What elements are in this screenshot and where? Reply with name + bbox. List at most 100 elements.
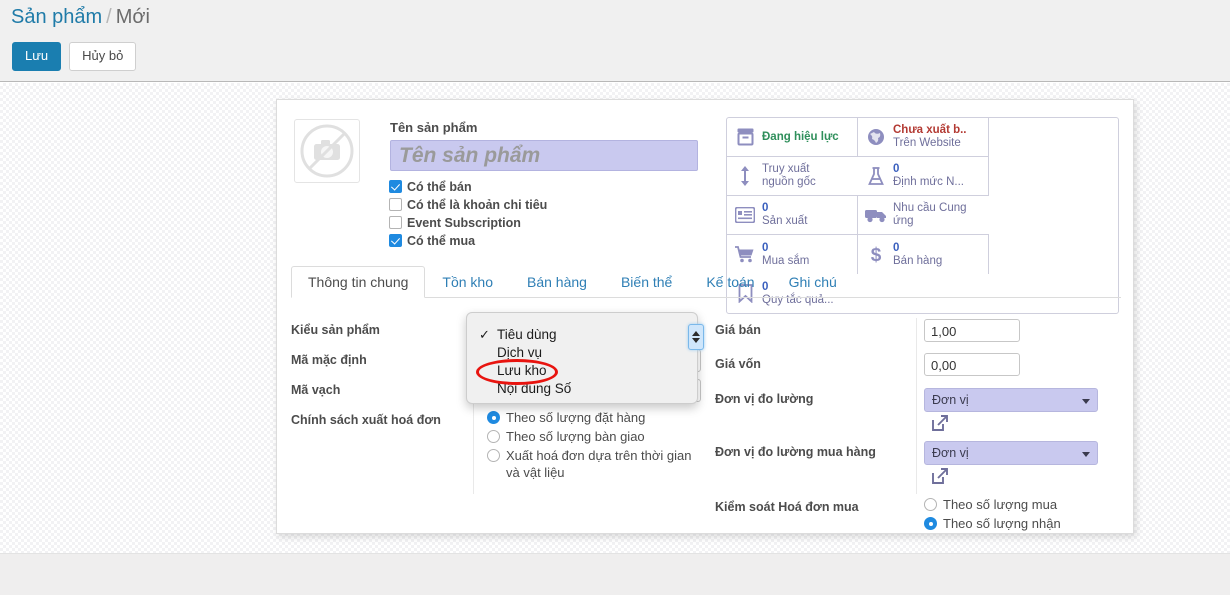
radio-row-ordered-quantities[interactable]: Theo số lượng đặt hàng (487, 409, 705, 428)
product-name-block: Tên sản phẩm Tên sản phẩm (390, 119, 700, 171)
external-link-icon[interactable] (931, 467, 949, 485)
chevron-up-icon (692, 331, 700, 336)
breadcrumb: Sản phẩm / Mới (11, 3, 150, 31)
field-label-sales-price: Giá bán (715, 323, 761, 337)
checkbox-label-can-be-purchased: Có thể mua (407, 234, 476, 248)
smart-button-text: 0 Định mức N... (893, 163, 964, 189)
archive-box-icon (733, 126, 757, 148)
tab-inventory[interactable]: Tồn kho (425, 266, 510, 298)
tab-accounting[interactable]: Kế toán (689, 266, 771, 298)
radio-row-on-ordered-quantities[interactable]: Theo số lượng mua (924, 496, 1115, 515)
tab-general-information[interactable]: Thông tin chung (291, 266, 426, 298)
field-row-invoicing-policy: Chính sách xuất hoá đơn Theo số lượng đặ… (291, 408, 705, 483)
smart-button-text: Chưa xuất b.. Trên Website (893, 124, 967, 150)
check-icon: ✓ (479, 327, 490, 342)
radio-label-ordered-quantities: Theo số lượng đặt hàng (506, 410, 646, 425)
page-footer (0, 553, 1230, 595)
radio-timesheet-materials[interactable] (487, 449, 500, 462)
field-row-sales-price: Giá bán 1,00 (715, 318, 1115, 347)
smart-button-value: 0 (893, 163, 900, 175)
field-value-invoicing-policy: Theo số lượng đặt hàng Theo số lượng bàn… (473, 408, 705, 483)
dropdown-option-digital-content[interactable]: Nội dung Số (467, 380, 697, 398)
field-value-cost[interactable]: 0,00 (916, 352, 1115, 381)
dropdown-option-label: Tiêu dùng (497, 327, 557, 342)
truck-icon (864, 204, 888, 226)
product-image-placeholder[interactable] (294, 119, 360, 183)
field-label-uom: Đơn vị đo lường (715, 392, 814, 406)
smart-button-text: 0 Sản xuất (762, 202, 807, 228)
smart-button-bom[interactable]: 0 Định mức N... (858, 157, 989, 196)
breadcrumb-separator: / (106, 6, 112, 28)
radio-on-received-quantities[interactable] (924, 517, 937, 530)
dropdown-option-consumable[interactable]: ✓ Tiêu dùng (467, 326, 697, 344)
checkbox-can-be-sold[interactable] (389, 180, 402, 193)
smart-button-traceability[interactable]: Truy xuất nguồn gốc (727, 157, 858, 196)
product-type-dropdown-menu[interactable]: ✓ Tiêu dùng Dịch vụ Lưu kho Nội dung Số (466, 312, 698, 404)
product-name-label: Tên sản phẩm (390, 120, 478, 135)
smart-button-text: Truy xuất nguồn gốc (762, 163, 830, 189)
cost-input[interactable]: 0,00 (924, 353, 1020, 376)
flask-icon (864, 165, 888, 187)
radio-label-on-received-quantities: Theo số lượng nhận (943, 516, 1061, 531)
radio-label-timesheet-materials: Xuất hoá đơn dựa trên thời gian và vật l… (506, 448, 692, 480)
external-link-icon[interactable] (931, 414, 949, 432)
dropdown-option-label: Dịch vụ (497, 345, 543, 360)
field-value-purchase-uom[interactable]: Đơn vị (916, 440, 1115, 485)
discard-button[interactable]: Hủy bỏ (69, 42, 137, 71)
smart-button-manufacturing[interactable]: 0 Sản xuất (727, 196, 858, 235)
checkbox-can-be-purchased[interactable] (389, 234, 402, 247)
radio-on-ordered-quantities[interactable] (924, 498, 937, 511)
field-value-sales-price[interactable]: 1,00 (916, 318, 1115, 347)
radio-delivered-quantities[interactable] (487, 430, 500, 443)
radio-label-delivered-quantities: Theo số lượng bàn giao (506, 429, 645, 444)
smart-button-name: Truy xuất nguồn gốc (762, 163, 816, 188)
tab-variants[interactable]: Biến thể (604, 266, 689, 298)
smart-button-text: 0 Bán hàng (893, 242, 942, 268)
radio-ordered-quantities[interactable] (487, 411, 500, 424)
smart-button-replenishment[interactable]: Nhu cầu Cung ứng (858, 196, 989, 235)
checkbox-label-can-be-expensed: Có thể là khoản chi tiêu (407, 198, 548, 212)
checkbox-label-event-subscription: Event Subscription (407, 216, 521, 230)
checkbox-row-can-be-sold[interactable]: Có thể bán (389, 178, 547, 195)
sales-price-input[interactable]: 1,00 (924, 319, 1020, 342)
checkbox-row-can-be-expensed[interactable]: Có thể là khoản chi tiêu (389, 196, 547, 213)
control-panel: Sản phẩm / Mới Lưu Hủy bỏ (0, 0, 1230, 82)
smart-button-website[interactable]: Chưa xuất b.. Trên Website (858, 118, 989, 157)
smart-button-value: 0 (893, 241, 900, 254)
action-button-row: Lưu Hủy bỏ (12, 42, 137, 71)
checkbox-row-can-be-purchased[interactable]: Có thể mua (389, 232, 547, 249)
smart-button-value: 0 (762, 202, 769, 214)
smart-button-name: Trên Website (893, 137, 961, 149)
save-button[interactable]: Lưu (12, 42, 62, 71)
smart-button-value: 0 (762, 241, 769, 254)
field-row-cost: Giá vốn 0,00 (715, 352, 1115, 381)
radio-row-delivered-quantities[interactable]: Theo số lượng bàn giao (487, 428, 705, 447)
smart-button-value: Đang hiệu lực (762, 130, 839, 143)
radio-row-timesheet-materials[interactable]: Xuất hoá đơn dựa trên thời gian và vật l… (487, 447, 705, 483)
checkbox-can-be-expensed[interactable] (389, 198, 402, 211)
traceability-arrows-icon (733, 165, 757, 187)
radio-row-on-received-quantities[interactable]: Theo số lượng nhận (924, 515, 1115, 534)
dropdown-option-service[interactable]: Dịch vụ (467, 344, 697, 362)
field-label-cost: Giá vốn (715, 357, 761, 371)
uom-select[interactable]: Đơn vị (924, 388, 1098, 412)
tab-notes[interactable]: Ghi chú (772, 266, 854, 298)
product-flags-list: Có thể bán Có thể là khoản chi tiêu Even… (389, 178, 547, 250)
dollar-sign-icon: $ (864, 244, 888, 266)
smart-button-active[interactable]: Đang hiệu lực (727, 118, 858, 157)
field-label-barcode: Mã vạch (291, 383, 341, 397)
checkbox-row-event-subscription[interactable]: Event Subscription (389, 214, 547, 231)
tab-sales[interactable]: Bán hàng (510, 266, 604, 298)
field-value-uom[interactable]: Đơn vị (916, 387, 1115, 432)
chevron-down-icon (692, 338, 700, 343)
dropdown-option-storable[interactable]: Lưu kho (467, 362, 697, 380)
product-type-select-spinner[interactable] (688, 324, 704, 350)
field-label-purchase-uom: Đơn vị đo lường mua hàng (715, 445, 876, 459)
smart-button-text: Nhu cầu Cung ứng (893, 202, 967, 228)
breadcrumb-root-link[interactable]: Sản phẩm (11, 6, 102, 28)
purchase-uom-select[interactable]: Đơn vị (924, 441, 1098, 465)
dropdown-option-label: Lưu kho (497, 363, 547, 378)
svg-text:$: $ (871, 245, 882, 265)
product-name-input[interactable]: Tên sản phẩm (390, 140, 698, 171)
checkbox-event-subscription[interactable] (389, 216, 402, 229)
